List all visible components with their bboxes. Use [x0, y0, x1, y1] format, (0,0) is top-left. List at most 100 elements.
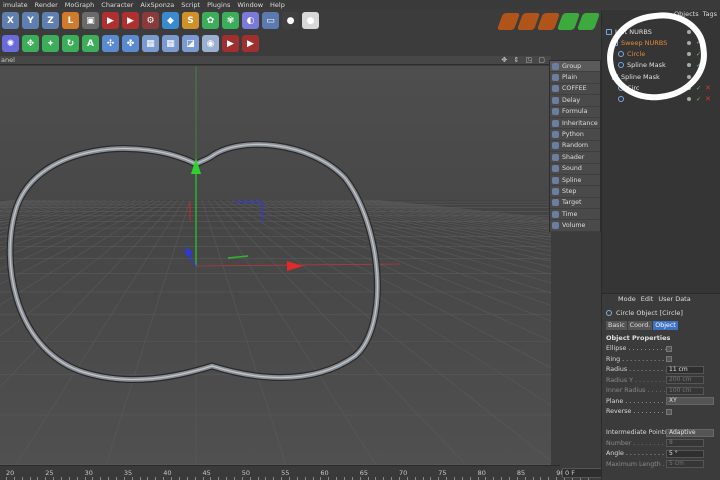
property-checkbox[interactable] [666, 356, 672, 362]
nurbs-icon[interactable]: ✿ [202, 12, 219, 29]
light-icon[interactable]: ● [302, 12, 319, 29]
animation-mode-icon[interactable]: ▶ [222, 35, 239, 52]
tag-menu-item-group[interactable]: Group [550, 61, 600, 73]
tag-menu-item-shader[interactable]: Shader [550, 152, 600, 164]
property-value-field[interactable]: 11 cm [666, 365, 704, 374]
property-checkbox[interactable] [666, 408, 672, 415]
shader-node-icon [552, 153, 559, 161]
selection-icon[interactable]: A [82, 35, 99, 52]
menu-item-character[interactable]: Character [98, 1, 137, 9]
property-value-field[interactable]: 5 cm [666, 460, 704, 468]
tag-menu-item-time[interactable]: Time [550, 209, 600, 221]
tag-menu-item-plain[interactable]: Plain [550, 72, 600, 84]
timeline-icon[interactable] [576, 13, 601, 30]
render-picture-viewer-icon[interactable]: ▶ [122, 12, 139, 29]
tag-menu-item-inheritance[interactable]: Inheritance [550, 118, 600, 130]
tag-menu-item-label: COFFEE [562, 85, 587, 93]
attr-menu-mode[interactable]: Mode [618, 295, 636, 303]
timeline-ruler[interactable]: 20 25 30 35 40 45 50 55 60 65 70 75 80 85 90 [0, 465, 589, 480]
coordinate-system-icon[interactable]: L [62, 12, 79, 29]
attr-menu-edit[interactable]: Edit [641, 295, 654, 303]
property-row: Radius Y . . . . . . . . . 200 cm [606, 376, 720, 385]
tag-menu-item-delay[interactable]: Delay [550, 95, 600, 107]
menu-item-plugins[interactable]: Plugins [204, 1, 234, 9]
menu-item-imulate[interactable]: imulate [0, 1, 32, 9]
current-frame-field[interactable]: 0 F [562, 468, 602, 478]
render-view-icon[interactable]: ▶ [102, 12, 119, 29]
edit-render-settings-icon[interactable]: ⚙ [142, 12, 159, 29]
property-value-field[interactable]: 8 [666, 439, 704, 447]
menu-item-script[interactable]: Script [178, 1, 204, 9]
disabled-x-icon[interactable]: ✕ [705, 84, 711, 92]
tag-menu-item-python[interactable]: Python [550, 129, 600, 141]
render-region-icon[interactable]: ▣ [82, 12, 99, 29]
disabled-x-icon[interactable]: ✕ [705, 95, 711, 103]
menu-item-mograph[interactable]: MoGraph [62, 1, 99, 9]
attr-menu-user-data[interactable]: User Data [658, 295, 690, 303]
volume-node-icon [552, 222, 559, 230]
spline-pen-icon[interactable]: S [182, 12, 199, 29]
move-icon[interactable]: ✥ [22, 35, 39, 52]
timeline-tick-label: 65 [359, 469, 368, 477]
tag-menu-item-random[interactable]: Random [550, 141, 600, 153]
array-icon[interactable]: ✾ [222, 12, 239, 29]
menu-item-help[interactable]: Help [267, 1, 289, 9]
cube-icon[interactable]: ◆ [162, 12, 179, 29]
attr-tab-basic[interactable]: Basic [606, 321, 627, 330]
tab-tags[interactable]: Tags [703, 10, 717, 19]
rotate-icon[interactable]: ↻ [62, 35, 79, 52]
property-dropdown[interactable]: Adaptive [666, 428, 714, 437]
property-label: Ring . . . . . . . . . . . . . [606, 355, 666, 363]
enabled-check-icon[interactable]: ✓ [696, 96, 701, 103]
mograph-cloner-icon[interactable]: ✺ [2, 35, 19, 52]
x-axis-icon[interactable]: X [2, 12, 19, 29]
edges-mode-icon[interactable]: ◪ [182, 35, 199, 52]
enabled-check-icon[interactable]: ✓ [696, 85, 701, 92]
visibility-dot-icon[interactable] [687, 97, 691, 102]
camera-icon[interactable]: ● [282, 12, 299, 29]
tag-menu-item-label: Plain [562, 74, 578, 82]
viewport-navigation-controls[interactable]: ✥ ⇕ ◳ ▢ [501, 56, 547, 64]
viewport-scene[interactable] [0, 66, 551, 465]
tag-menu-item-step[interactable]: Step [550, 186, 600, 198]
floor-icon[interactable]: ▭ [262, 12, 279, 29]
z-axis-icon[interactable]: Z [42, 12, 59, 29]
tag-menu-item-formula[interactable]: Formula [550, 107, 600, 118]
y-axis-icon[interactable]: Y [22, 12, 39, 29]
texture-mode-icon[interactable]: ▦ [142, 35, 159, 52]
timeline-tick-label: 70 [399, 469, 408, 477]
3d-viewport[interactable] [0, 66, 551, 465]
property-dropdown[interactable]: XY [666, 397, 714, 405]
polygons-mode-icon[interactable]: ◉ [202, 35, 219, 52]
property-value-field[interactable]: 100 cm [666, 386, 704, 395]
live-selection-icon[interactable]: ✣ [102, 35, 119, 52]
attribute-tabs: Basic Coord. Object [606, 321, 678, 330]
render-active-view-icon[interactable]: ▶ [242, 35, 259, 52]
property-value-field[interactable]: 5 ° [666, 449, 704, 458]
timeline-tick-label: 25 [45, 469, 54, 477]
property-row: Number . . . . . . . . . . .8 [606, 439, 720, 448]
attr-tab-coord[interactable]: Coord. [627, 321, 653, 330]
menu-item-aixsponza[interactable]: AixSponza [137, 1, 178, 9]
deformer-icon[interactable]: ◐ [242, 12, 259, 29]
menu-item-window[interactable]: Window [234, 1, 267, 9]
points-mode-icon[interactable]: ▦ [162, 35, 179, 52]
attr-tab-object[interactable]: Object [653, 321, 678, 330]
tag-menu-item-label: Target [562, 199, 582, 207]
tag-menu-item-label: Volume [562, 222, 586, 230]
model-mode-icon[interactable]: ✤ [122, 35, 139, 52]
menu-item-render[interactable]: Render [32, 1, 62, 9]
scale-icon[interactable]: ✦ [42, 35, 59, 52]
object-type-icon [606, 28, 612, 35]
object-properties-heading: Object Properties [606, 334, 671, 342]
tag-menu-item-volume[interactable]: Volume [550, 220, 600, 232]
property-value-field[interactable]: 200 cm [666, 376, 704, 384]
property-row: Angle . . . . . . . . . . . .5 ° [606, 449, 720, 458]
tag-menu-item-spline[interactable]: Spline [550, 175, 600, 187]
attribute-manager-menu: Mode Edit User Data [602, 294, 720, 304]
tag-menu-item-label: Delay [562, 96, 581, 104]
tag-menu-item-target[interactable]: Target [550, 198, 600, 210]
tag-menu-item-coffee[interactable]: COFFEE [550, 84, 600, 96]
tag-menu-item-sound[interactable]: Sound [550, 164, 600, 175]
property-checkbox[interactable] [666, 345, 672, 352]
